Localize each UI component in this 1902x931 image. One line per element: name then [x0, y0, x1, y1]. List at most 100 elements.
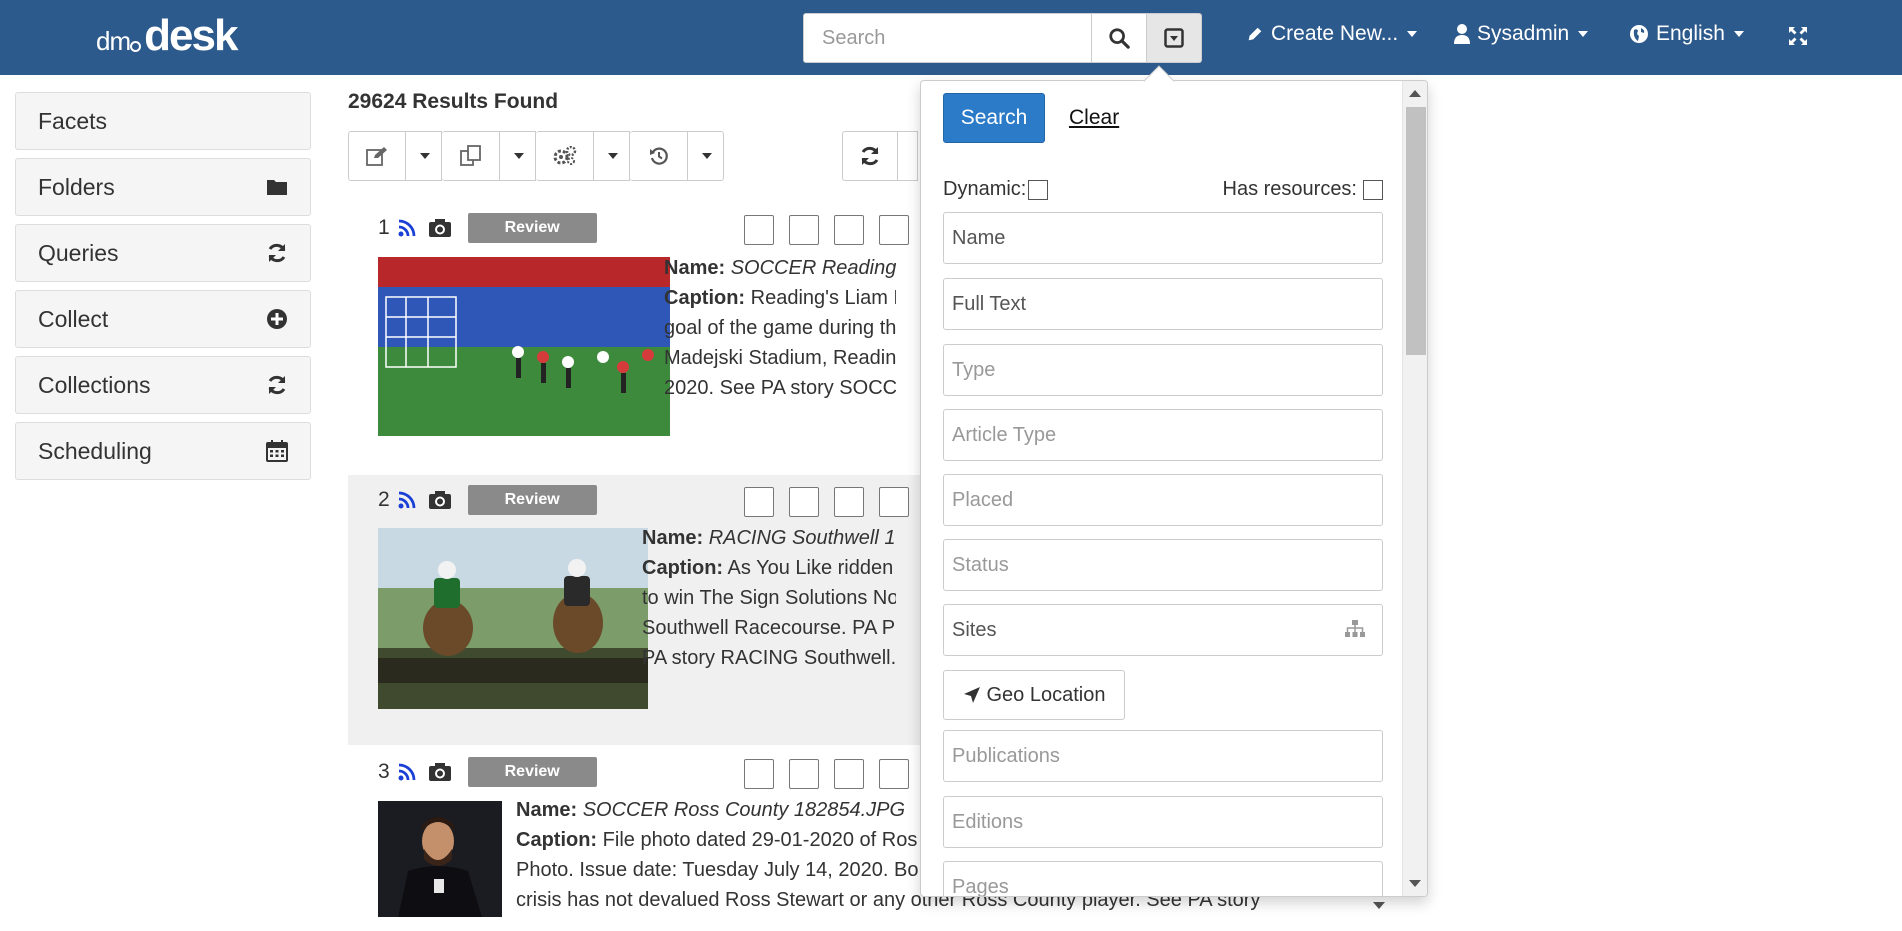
language-label: English	[1656, 22, 1725, 45]
name-label: Name:	[664, 257, 726, 279]
chevron-down-icon	[607, 153, 618, 159]
has-resources-checkbox[interactable]	[1363, 179, 1383, 200]
result-thumbnail[interactable]	[378, 257, 670, 436]
checkbox[interactable]	[744, 215, 774, 245]
pencil-icon	[1248, 27, 1262, 41]
edit-dropdown[interactable]	[406, 131, 442, 181]
placed-field[interactable]	[943, 474, 1383, 526]
toolbar-button-partial[interactable]	[898, 131, 918, 181]
has-resources-label: Has resources:	[1222, 178, 1358, 200]
article-type-field[interactable]	[943, 409, 1383, 461]
result-index: 1	[378, 216, 390, 239]
result-name[interactable]: RACING Southwell 1	[709, 527, 896, 549]
geo-location-button[interactable]: Geo Location	[943, 670, 1125, 720]
checkbox[interactable]	[879, 215, 909, 245]
name-field[interactable]	[943, 212, 1383, 264]
type-field[interactable]	[943, 344, 1383, 396]
sidebar-item-scheduling[interactable]: Scheduling	[15, 422, 311, 480]
language-menu[interactable]: English	[1629, 22, 1744, 46]
checkbox[interactable]	[744, 759, 774, 789]
expand-icon	[1789, 27, 1807, 45]
rss-icon[interactable]	[398, 763, 416, 781]
scroll-down-arrow[interactable]	[1409, 880, 1421, 887]
editions-field[interactable]	[943, 796, 1383, 848]
advanced-search-toggle[interactable]	[1147, 13, 1202, 63]
camera-icon[interactable]	[428, 490, 452, 510]
result-header: 3 Review	[378, 757, 597, 787]
sites-field[interactable]	[943, 604, 1383, 656]
dynamic-checkbox[interactable]	[1028, 179, 1049, 200]
checkbox[interactable]	[744, 487, 774, 517]
result-item[interactable]: 1 Review Name: SOCCER Reading Caption: R…	[348, 203, 948, 471]
location-arrow-icon	[963, 687, 980, 703]
history-button[interactable]	[630, 131, 688, 181]
panel-search-button[interactable]: Search	[943, 93, 1045, 143]
sidebar: Facets Folders Queries Collect Collectio…	[15, 92, 311, 488]
rss-icon[interactable]	[398, 491, 416, 509]
app-logo[interactable]: dm desk	[96, 14, 238, 58]
caption-label: Caption:	[516, 829, 598, 851]
settings-dropdown[interactable]	[594, 131, 630, 181]
caption-text: 2020. See PA story SOCCE	[664, 377, 896, 399]
checkbox[interactable]	[789, 487, 819, 517]
status-field[interactable]	[943, 539, 1383, 591]
chevron-down-icon	[1578, 31, 1589, 37]
checkbox[interactable]	[789, 759, 819, 789]
logo-prefix: dm	[96, 26, 131, 56]
result-name[interactable]: SOCCER Reading	[731, 257, 896, 279]
name-label: Name:	[642, 527, 704, 549]
result-thumbnail[interactable]	[378, 801, 502, 917]
checkbox[interactable]	[789, 215, 819, 245]
copy-dropdown[interactable]	[500, 131, 536, 181]
sidebar-item-queries[interactable]: Queries	[15, 224, 311, 282]
panel-scrollbar[interactable]	[1402, 81, 1427, 896]
checkbox[interactable]	[834, 759, 864, 789]
sidebar-item-label: Folders	[38, 173, 115, 200]
copy-button[interactable]	[442, 131, 500, 181]
status-badge: Review	[467, 757, 597, 787]
refresh-icon	[268, 243, 286, 263]
folder-icon	[267, 180, 287, 195]
sidebar-item-label: Scheduling	[38, 437, 152, 464]
sidebar-item-collections[interactable]: Collections	[15, 356, 311, 414]
result-name[interactable]: SOCCER Ross County 182854.JPG	[583, 799, 905, 821]
gears-icon	[553, 146, 576, 165]
settings-button[interactable]	[536, 131, 594, 181]
publications-field[interactable]	[943, 730, 1383, 782]
pages-field[interactable]	[943, 861, 1383, 896]
user-menu[interactable]: Sysadmin	[1454, 22, 1589, 46]
checkbox[interactable]	[834, 215, 864, 245]
global-search	[803, 13, 1202, 63]
camera-icon[interactable]	[428, 762, 452, 782]
result-checkboxes	[744, 215, 909, 245]
sidebar-item-label: Collect	[38, 305, 109, 332]
refresh-button[interactable]	[842, 131, 898, 181]
sitemap-icon[interactable]	[1345, 620, 1365, 638]
result-item[interactable]: 2 Review Name: RACING Southwell 1 Captio…	[348, 475, 948, 745]
search-button[interactable]	[1092, 13, 1147, 63]
full-text-field[interactable]	[943, 278, 1383, 330]
scroll-thumb[interactable]	[1406, 107, 1426, 355]
caption-text: Madejski Stadium, Readin	[664, 347, 896, 369]
chevron-down-icon	[419, 153, 430, 159]
scroll-up-arrow[interactable]	[1409, 90, 1421, 97]
camera-icon[interactable]	[428, 218, 452, 238]
edit-button[interactable]	[348, 131, 406, 181]
checkbox[interactable]	[834, 487, 864, 517]
clear-link[interactable]: Clear	[1069, 106, 1119, 130]
result-thumbnail[interactable]	[378, 528, 648, 709]
page-scroll-down-arrow[interactable]	[1373, 902, 1385, 909]
sidebar-item-collect[interactable]: Collect	[15, 290, 311, 348]
history-dropdown[interactable]	[688, 131, 724, 181]
result-checkboxes	[744, 759, 909, 789]
search-input[interactable]	[803, 13, 1092, 63]
fullscreen-button[interactable]	[1788, 26, 1808, 46]
create-new-menu[interactable]: Create New...	[1246, 22, 1418, 46]
checkbox[interactable]	[879, 759, 909, 789]
globe-icon	[1630, 25, 1648, 43]
refresh-icon	[268, 375, 286, 395]
rss-icon[interactable]	[398, 219, 416, 237]
sidebar-item-folders[interactable]: Folders	[15, 158, 311, 216]
checkbox[interactable]	[879, 487, 909, 517]
sidebar-item-facets[interactable]: Facets	[15, 92, 311, 150]
